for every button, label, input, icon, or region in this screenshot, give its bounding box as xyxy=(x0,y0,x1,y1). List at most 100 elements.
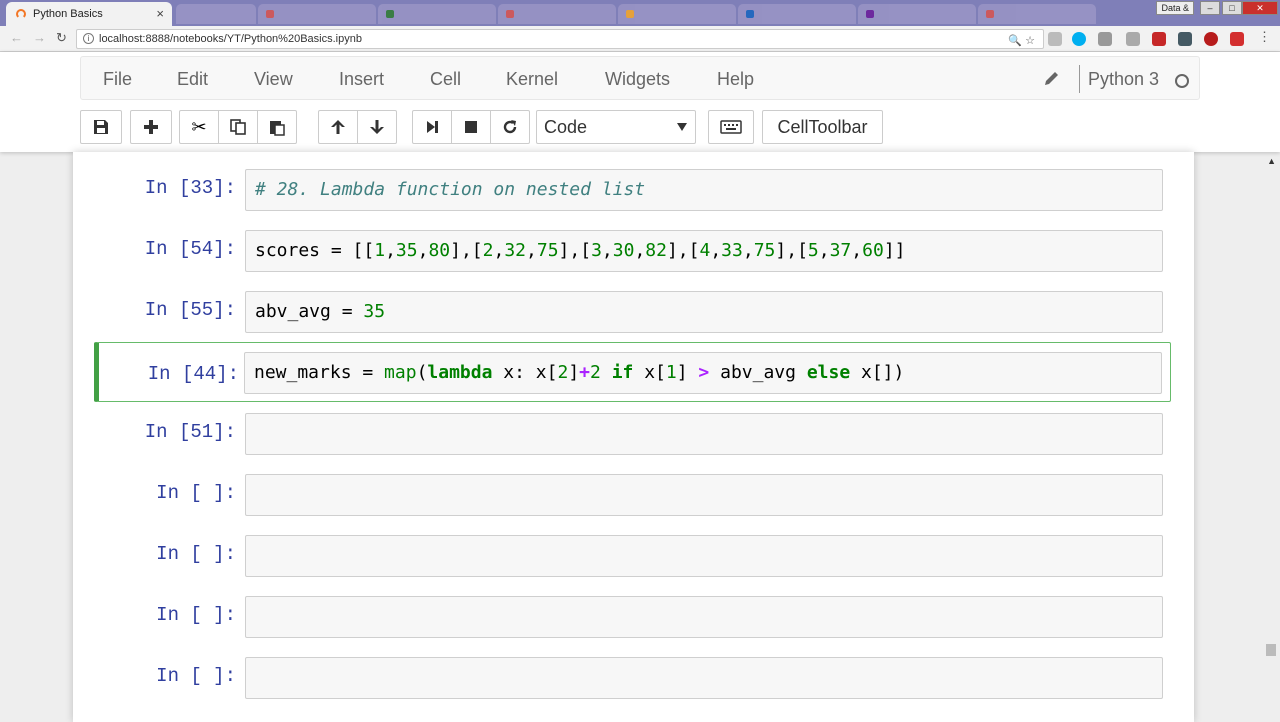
extension-icon[interactable] xyxy=(1152,32,1166,46)
extension-icon[interactable] xyxy=(1098,32,1112,46)
extension-icon[interactable] xyxy=(1204,32,1218,46)
scissors-icon: ✂ xyxy=(191,116,207,137)
celltoolbar-button[interactable]: CellToolbar xyxy=(762,110,883,144)
save-icon xyxy=(94,120,108,134)
menu-kernel[interactable]: Kernel xyxy=(506,69,558,90)
code-cell[interactable]: In [ ]: xyxy=(94,595,1171,655)
code-editor[interactable] xyxy=(245,474,1163,516)
browser-tab[interactable] xyxy=(738,4,856,24)
browser-tab[interactable] xyxy=(378,4,496,24)
plus-icon xyxy=(144,120,158,134)
code-editor[interactable] xyxy=(245,657,1163,699)
extension-icon[interactable] xyxy=(1126,32,1140,46)
browser-tab[interactable] xyxy=(258,4,376,24)
arrow-up-icon xyxy=(331,120,345,134)
code-cell[interactable]: In [33]: # 28. Lambda function on nested… xyxy=(94,168,1171,228)
jupyter-favicon-icon xyxy=(16,9,26,19)
code-editor[interactable] xyxy=(245,596,1163,638)
reload-icon[interactable]: ↻ xyxy=(56,30,67,46)
browser-tab-strip: Python Basics × Data & – □ ✕ xyxy=(0,0,1280,26)
forward-icon[interactable]: → xyxy=(33,30,46,45)
kernel-idle-indicator-icon xyxy=(1175,74,1189,88)
close-tab-icon[interactable]: × xyxy=(156,6,164,21)
move-up-button[interactable] xyxy=(318,110,358,144)
input-prompt: In [44]: xyxy=(147,363,239,385)
paste-button[interactable] xyxy=(257,110,297,144)
browser-tab[interactable] xyxy=(498,4,616,24)
insert-cell-button[interactable] xyxy=(130,110,172,144)
code-cell[interactable]: In [54]: scores = [[1,35,80],[2,32,75],[… xyxy=(94,229,1171,289)
cell-type-value: Code xyxy=(544,117,588,137)
info-icon[interactable]: i xyxy=(83,33,94,44)
arrow-down-icon xyxy=(370,120,384,134)
bookmark-star-icon[interactable]: ☆ xyxy=(1025,35,1035,47)
edit-button-group: ✂ xyxy=(179,110,297,144)
menu-edit[interactable]: Edit xyxy=(177,69,208,90)
code-cell[interactable]: In [ ]: xyxy=(94,534,1171,594)
browser-tab[interactable] xyxy=(858,4,976,24)
minimize-icon[interactable]: – xyxy=(1200,1,1220,15)
copy-button[interactable] xyxy=(218,110,258,144)
jupyter-page: File Edit View Insert Cell Kernel Widget… xyxy=(0,52,1280,722)
code-editor[interactable]: # 28. Lambda function on nested list xyxy=(245,169,1163,211)
code-cell[interactable]: In [ ]: xyxy=(94,473,1171,533)
menu-insert[interactable]: Insert xyxy=(339,69,384,90)
scrollbar-thumb[interactable] xyxy=(1266,644,1276,656)
maximize-icon[interactable]: □ xyxy=(1222,1,1242,15)
browser-tab-active[interactable]: Python Basics × xyxy=(6,2,172,26)
jupyter-header: File Edit View Insert Cell Kernel Widget… xyxy=(0,52,1280,152)
copy-icon xyxy=(230,119,246,135)
zoom-icon[interactable]: 🔍 xyxy=(1008,35,1022,47)
code-line: scores = [[1,35,80],[2,32,75],[3,30,82],… xyxy=(255,240,906,261)
url-input[interactable]: i localhost:8888/notebooks/YT/Python%20B… xyxy=(76,29,1044,49)
menu-cell[interactable]: Cell xyxy=(430,69,461,90)
save-button[interactable] xyxy=(80,110,122,144)
extension-icon[interactable] xyxy=(1178,32,1192,46)
code-editor[interactable]: scores = [[1,35,80],[2,32,75],[3,30,82],… xyxy=(245,230,1163,272)
code-editor[interactable] xyxy=(245,535,1163,577)
code-editor[interactable]: abv_avg = 35 xyxy=(245,291,1163,333)
menu-file[interactable]: File xyxy=(103,69,132,90)
code-cell[interactable]: In [ ]: xyxy=(94,656,1171,716)
input-prompt: In [ ]: xyxy=(156,482,236,504)
restart-kernel-button[interactable] xyxy=(490,110,530,144)
edit-mode-pencil-icon xyxy=(1045,72,1058,85)
run-cell-button[interactable] xyxy=(412,110,452,144)
notebook-toolbar: ✂ Code CellToolbar xyxy=(80,110,1200,146)
command-palette-button[interactable] xyxy=(708,110,754,144)
menu-help[interactable]: Help xyxy=(717,69,754,90)
menubar: File Edit View Insert Cell Kernel Widget… xyxy=(80,56,1200,100)
code-line: new_marks = map(lambda x: x[2]+2 if x[1]… xyxy=(254,362,905,383)
code-editor[interactable] xyxy=(245,413,1163,455)
cut-button[interactable]: ✂ xyxy=(179,110,219,144)
browser-tab[interactable] xyxy=(176,4,256,24)
profile-chip[interactable]: Data & xyxy=(1156,1,1194,15)
input-prompt: In [ ]: xyxy=(156,543,236,565)
code-cell[interactable]: In [51]: xyxy=(94,412,1171,472)
browser-tab[interactable] xyxy=(618,4,736,24)
window-close-icon[interactable]: ✕ xyxy=(1242,1,1278,15)
browser-tab[interactable] xyxy=(978,4,1096,24)
menu-widgets[interactable]: Widgets xyxy=(605,69,670,90)
menu-view[interactable]: View xyxy=(254,69,293,90)
extension-icon[interactable] xyxy=(1230,32,1244,46)
kernel-name[interactable]: Python 3 xyxy=(1088,69,1159,90)
code-editor[interactable]: new_marks = map(lambda x: x[2]+2 if x[1]… xyxy=(244,352,1162,394)
input-prompt: In [ ]: xyxy=(156,665,236,687)
kernel-separator xyxy=(1079,65,1080,93)
interrupt-kernel-button[interactable] xyxy=(451,110,491,144)
code-cell[interactable]: In [55]: abv_avg = 35 xyxy=(94,290,1171,350)
scroll-up-arrow-icon[interactable]: ▲ xyxy=(1267,156,1276,166)
paste-icon xyxy=(270,121,285,136)
cell-type-select[interactable]: Code xyxy=(536,110,696,144)
address-bar: ← → ↻ i localhost:8888/notebooks/YT/Pyth… xyxy=(0,26,1280,52)
back-icon[interactable]: ← xyxy=(10,30,23,45)
browser-menu-icon[interactable]: ⋮ xyxy=(1258,29,1271,45)
skype-icon[interactable] xyxy=(1072,32,1086,46)
extension-icon[interactable] xyxy=(1048,32,1062,46)
step-forward-icon xyxy=(427,121,438,133)
code-cell-selected[interactable]: In [44]: new_marks = map(lambda x: x[2]+… xyxy=(94,342,1171,402)
code-line: abv_avg = 35 xyxy=(255,301,386,322)
input-prompt: In [55]: xyxy=(144,299,236,321)
move-down-button[interactable] xyxy=(357,110,397,144)
